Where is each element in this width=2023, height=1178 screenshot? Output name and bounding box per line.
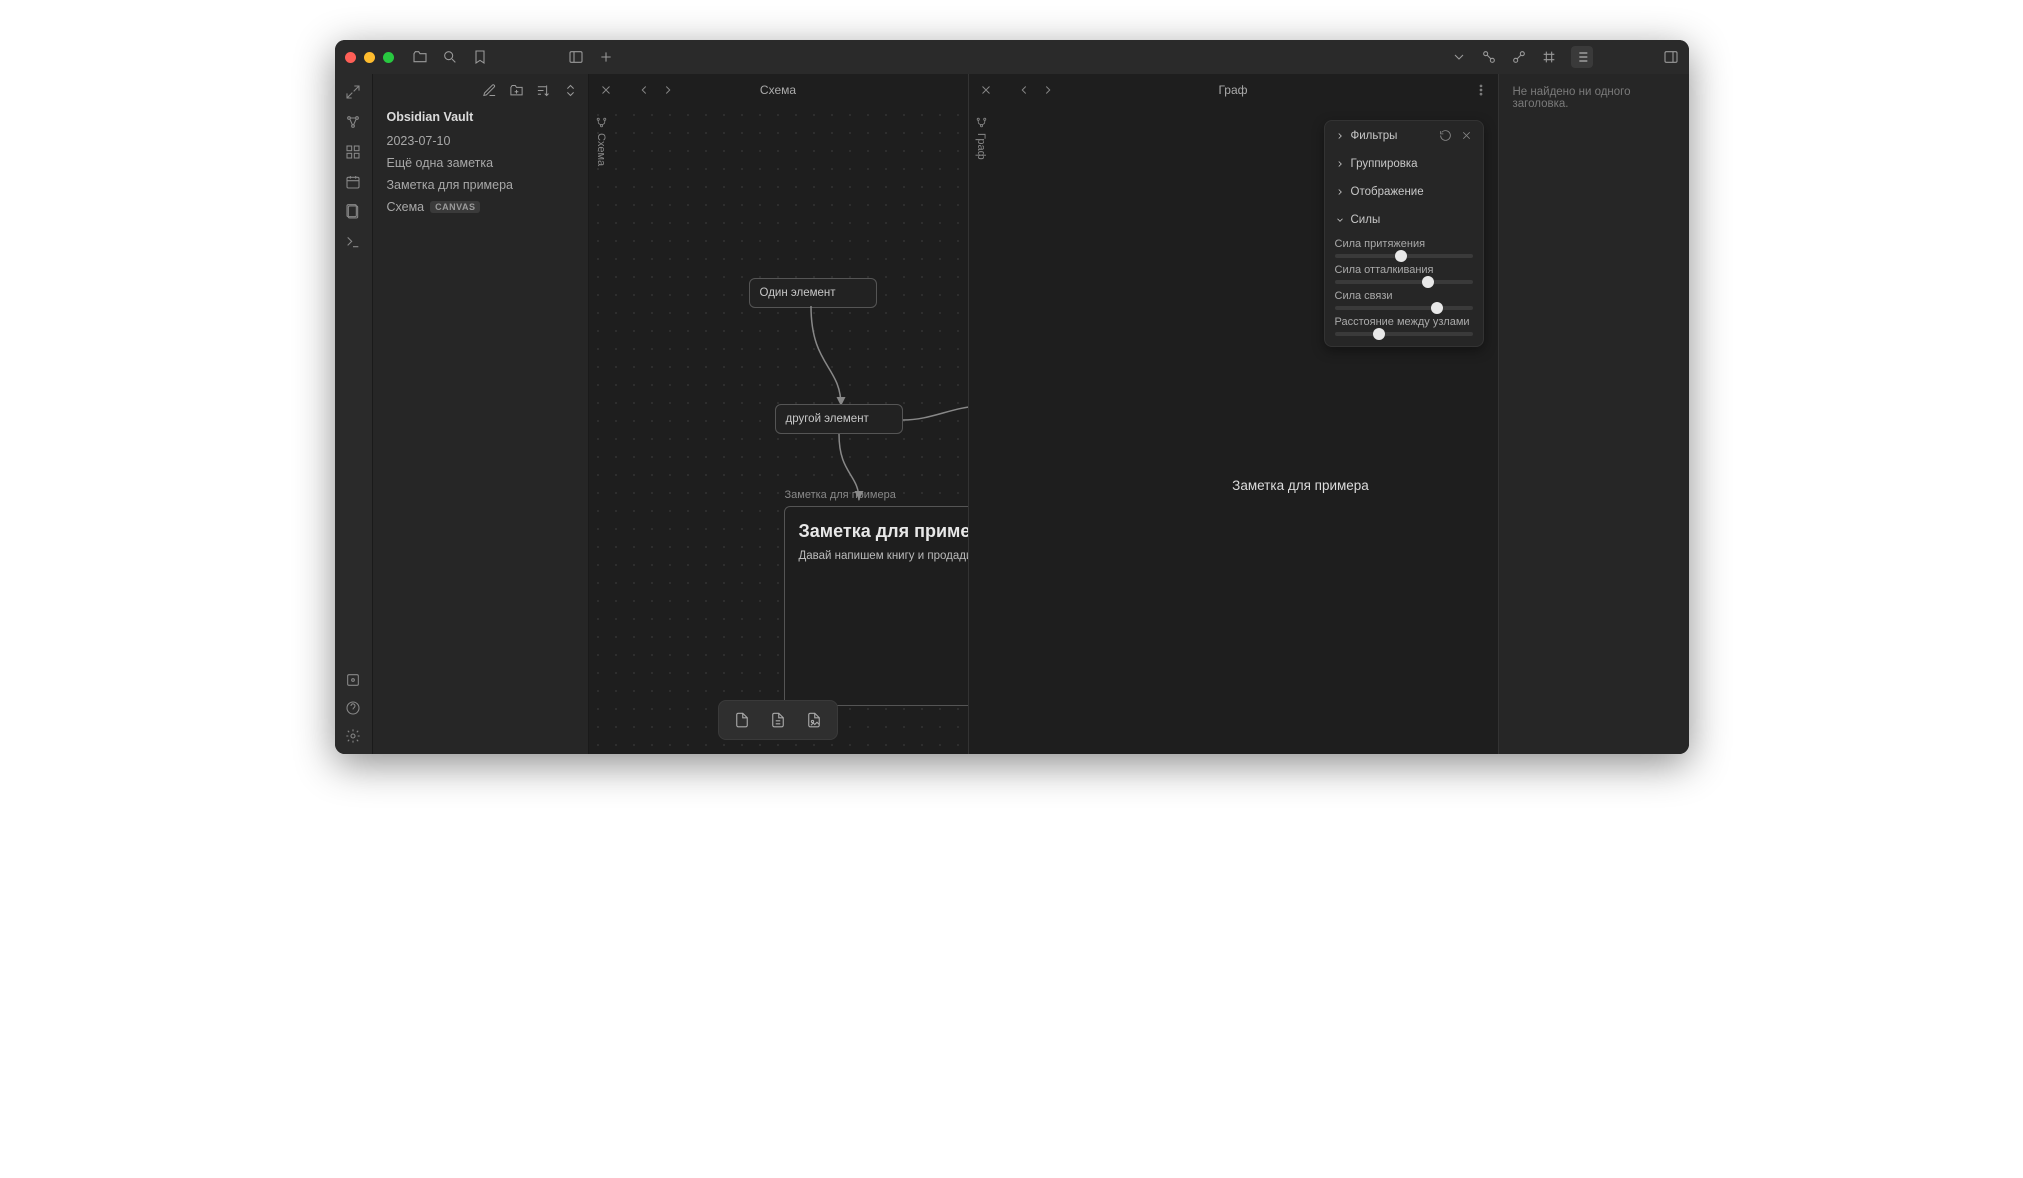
vault-title: Obsidian Vault bbox=[373, 106, 588, 130]
nav-back-icon[interactable] bbox=[637, 83, 651, 97]
quickswitch-icon[interactable] bbox=[345, 84, 361, 100]
daily-note-icon[interactable] bbox=[345, 174, 361, 190]
slider-thumb[interactable] bbox=[1395, 250, 1407, 262]
vault-icon[interactable] bbox=[412, 49, 428, 65]
close-icon[interactable] bbox=[599, 83, 613, 97]
file-item[interactable]: 2023-07-10 bbox=[373, 130, 588, 152]
slider-track[interactable] bbox=[1335, 332, 1473, 336]
bookmark-icon[interactable] bbox=[472, 49, 488, 65]
outline-empty-text: Не найдено ни одного заголовка. bbox=[1513, 86, 1675, 110]
settings-icon[interactable] bbox=[345, 728, 361, 744]
maximize-window[interactable] bbox=[383, 52, 394, 63]
outgoing-links-icon[interactable] bbox=[1511, 49, 1527, 65]
slider-link-distance: Расстояние между узлами bbox=[1335, 316, 1473, 336]
slider-thumb[interactable] bbox=[1422, 276, 1434, 288]
new-note-icon[interactable] bbox=[482, 83, 497, 98]
slider-track[interactable] bbox=[1335, 280, 1473, 284]
canvas-card[interactable]: Один элемент bbox=[749, 278, 877, 308]
note-body: Давай напишем книгу и продадим её! bbox=[799, 550, 968, 562]
slider-repel-force: Сила отталкивания bbox=[1335, 264, 1473, 284]
close-icon[interactable] bbox=[979, 83, 993, 97]
nav-forward-icon[interactable] bbox=[661, 83, 675, 97]
file-item[interactable]: Ещё одна заметка bbox=[373, 152, 588, 174]
templates-icon[interactable] bbox=[345, 204, 361, 220]
file-explorer: Obsidian Vault 2023-07-10 Ещё одна замет… bbox=[373, 74, 589, 754]
note-title: Заметка для примера bbox=[799, 521, 968, 542]
tags-icon[interactable] bbox=[1541, 49, 1557, 65]
canvas-icon[interactable] bbox=[345, 144, 361, 160]
slider-track[interactable] bbox=[1335, 306, 1473, 310]
traffic-lights bbox=[345, 52, 394, 63]
slider-thumb[interactable] bbox=[1373, 328, 1385, 340]
slider-thumb[interactable] bbox=[1431, 302, 1443, 314]
note-label: Заметка для примера bbox=[785, 489, 896, 501]
left-ribbon bbox=[335, 74, 373, 754]
section-filters[interactable]: Фильтры bbox=[1325, 121, 1483, 150]
graph-viewport[interactable]: Граф Заметка для примера Фильтры bbox=[969, 106, 1498, 754]
new-tab-icon[interactable] bbox=[598, 49, 614, 65]
canvas-toolbar bbox=[718, 700, 838, 740]
section-display[interactable]: Отображение bbox=[1325, 178, 1483, 206]
nav-back-icon[interactable] bbox=[1017, 83, 1031, 97]
right-sidebar-toggle-icon[interactable] bbox=[1663, 49, 1679, 65]
chevron-right-icon bbox=[1335, 159, 1345, 169]
file-item[interactable]: СхемаCANVAS bbox=[373, 196, 588, 218]
graph-pane: Граф Граф Заметка для примера bbox=[969, 74, 1499, 754]
canvas-tab[interactable]: Схема bbox=[595, 116, 608, 166]
chevron-down-icon[interactable] bbox=[1451, 49, 1467, 65]
pane-title: Схема bbox=[760, 83, 796, 97]
slider-track[interactable] bbox=[1335, 254, 1473, 258]
graph-settings-panel: Фильтры Группировка Отобра bbox=[1324, 120, 1484, 347]
graph-view-icon[interactable] bbox=[345, 114, 361, 130]
vault-switch-icon[interactable] bbox=[345, 672, 361, 688]
chevron-right-icon bbox=[1335, 187, 1345, 197]
new-folder-icon[interactable] bbox=[509, 83, 524, 98]
more-icon[interactable] bbox=[1474, 83, 1488, 97]
slider-center-force: Сила притяжения bbox=[1335, 238, 1473, 258]
app-window: Obsidian Vault 2023-07-10 Ещё одна замет… bbox=[335, 40, 1689, 754]
close-window[interactable] bbox=[345, 52, 356, 63]
add-note-button[interactable] bbox=[765, 707, 791, 733]
canvas-pane: Схема Схема Один элемент другой э bbox=[589, 74, 969, 754]
close-icon[interactable] bbox=[1460, 129, 1473, 142]
sidebar-toggle-icon[interactable] bbox=[568, 49, 584, 65]
chevron-right-icon bbox=[1335, 131, 1345, 141]
section-forces[interactable]: Силы bbox=[1325, 206, 1483, 234]
section-groups[interactable]: Группировка bbox=[1325, 150, 1483, 178]
graph-node-label: Заметка для примера bbox=[1232, 478, 1369, 493]
help-icon[interactable] bbox=[345, 700, 361, 716]
add-card-button[interactable] bbox=[729, 707, 755, 733]
minimize-window[interactable] bbox=[364, 52, 375, 63]
add-media-button[interactable] bbox=[801, 707, 827, 733]
search-icon[interactable] bbox=[442, 49, 458, 65]
canvas-badge: CANVAS bbox=[430, 201, 480, 213]
reset-icon[interactable] bbox=[1439, 129, 1452, 142]
outline-icon[interactable] bbox=[1571, 46, 1593, 68]
branch-icon bbox=[595, 116, 608, 129]
outline-pane: Не найдено ни одного заголовка. bbox=[1499, 74, 1689, 754]
command-palette-icon[interactable] bbox=[345, 234, 361, 250]
backlinks-icon[interactable] bbox=[1481, 49, 1497, 65]
collapse-icon[interactable] bbox=[563, 83, 578, 98]
nav-forward-icon[interactable] bbox=[1041, 83, 1055, 97]
sort-icon[interactable] bbox=[536, 83, 551, 98]
chevron-down-icon bbox=[1335, 215, 1345, 225]
pane-title: Граф bbox=[1218, 83, 1247, 97]
canvas-note-card[interactable]: Заметка для примера Заметка для примера … bbox=[784, 506, 968, 706]
file-item[interactable]: Заметка для примера bbox=[373, 174, 588, 196]
slider-link-force: Сила связи bbox=[1335, 290, 1473, 310]
canvas-viewport[interactable]: Схема Один элемент другой элемент bbox=[589, 106, 968, 754]
graph-svg bbox=[969, 106, 1269, 256]
canvas-card[interactable]: другой элемент bbox=[775, 404, 903, 434]
titlebar bbox=[335, 40, 1689, 74]
